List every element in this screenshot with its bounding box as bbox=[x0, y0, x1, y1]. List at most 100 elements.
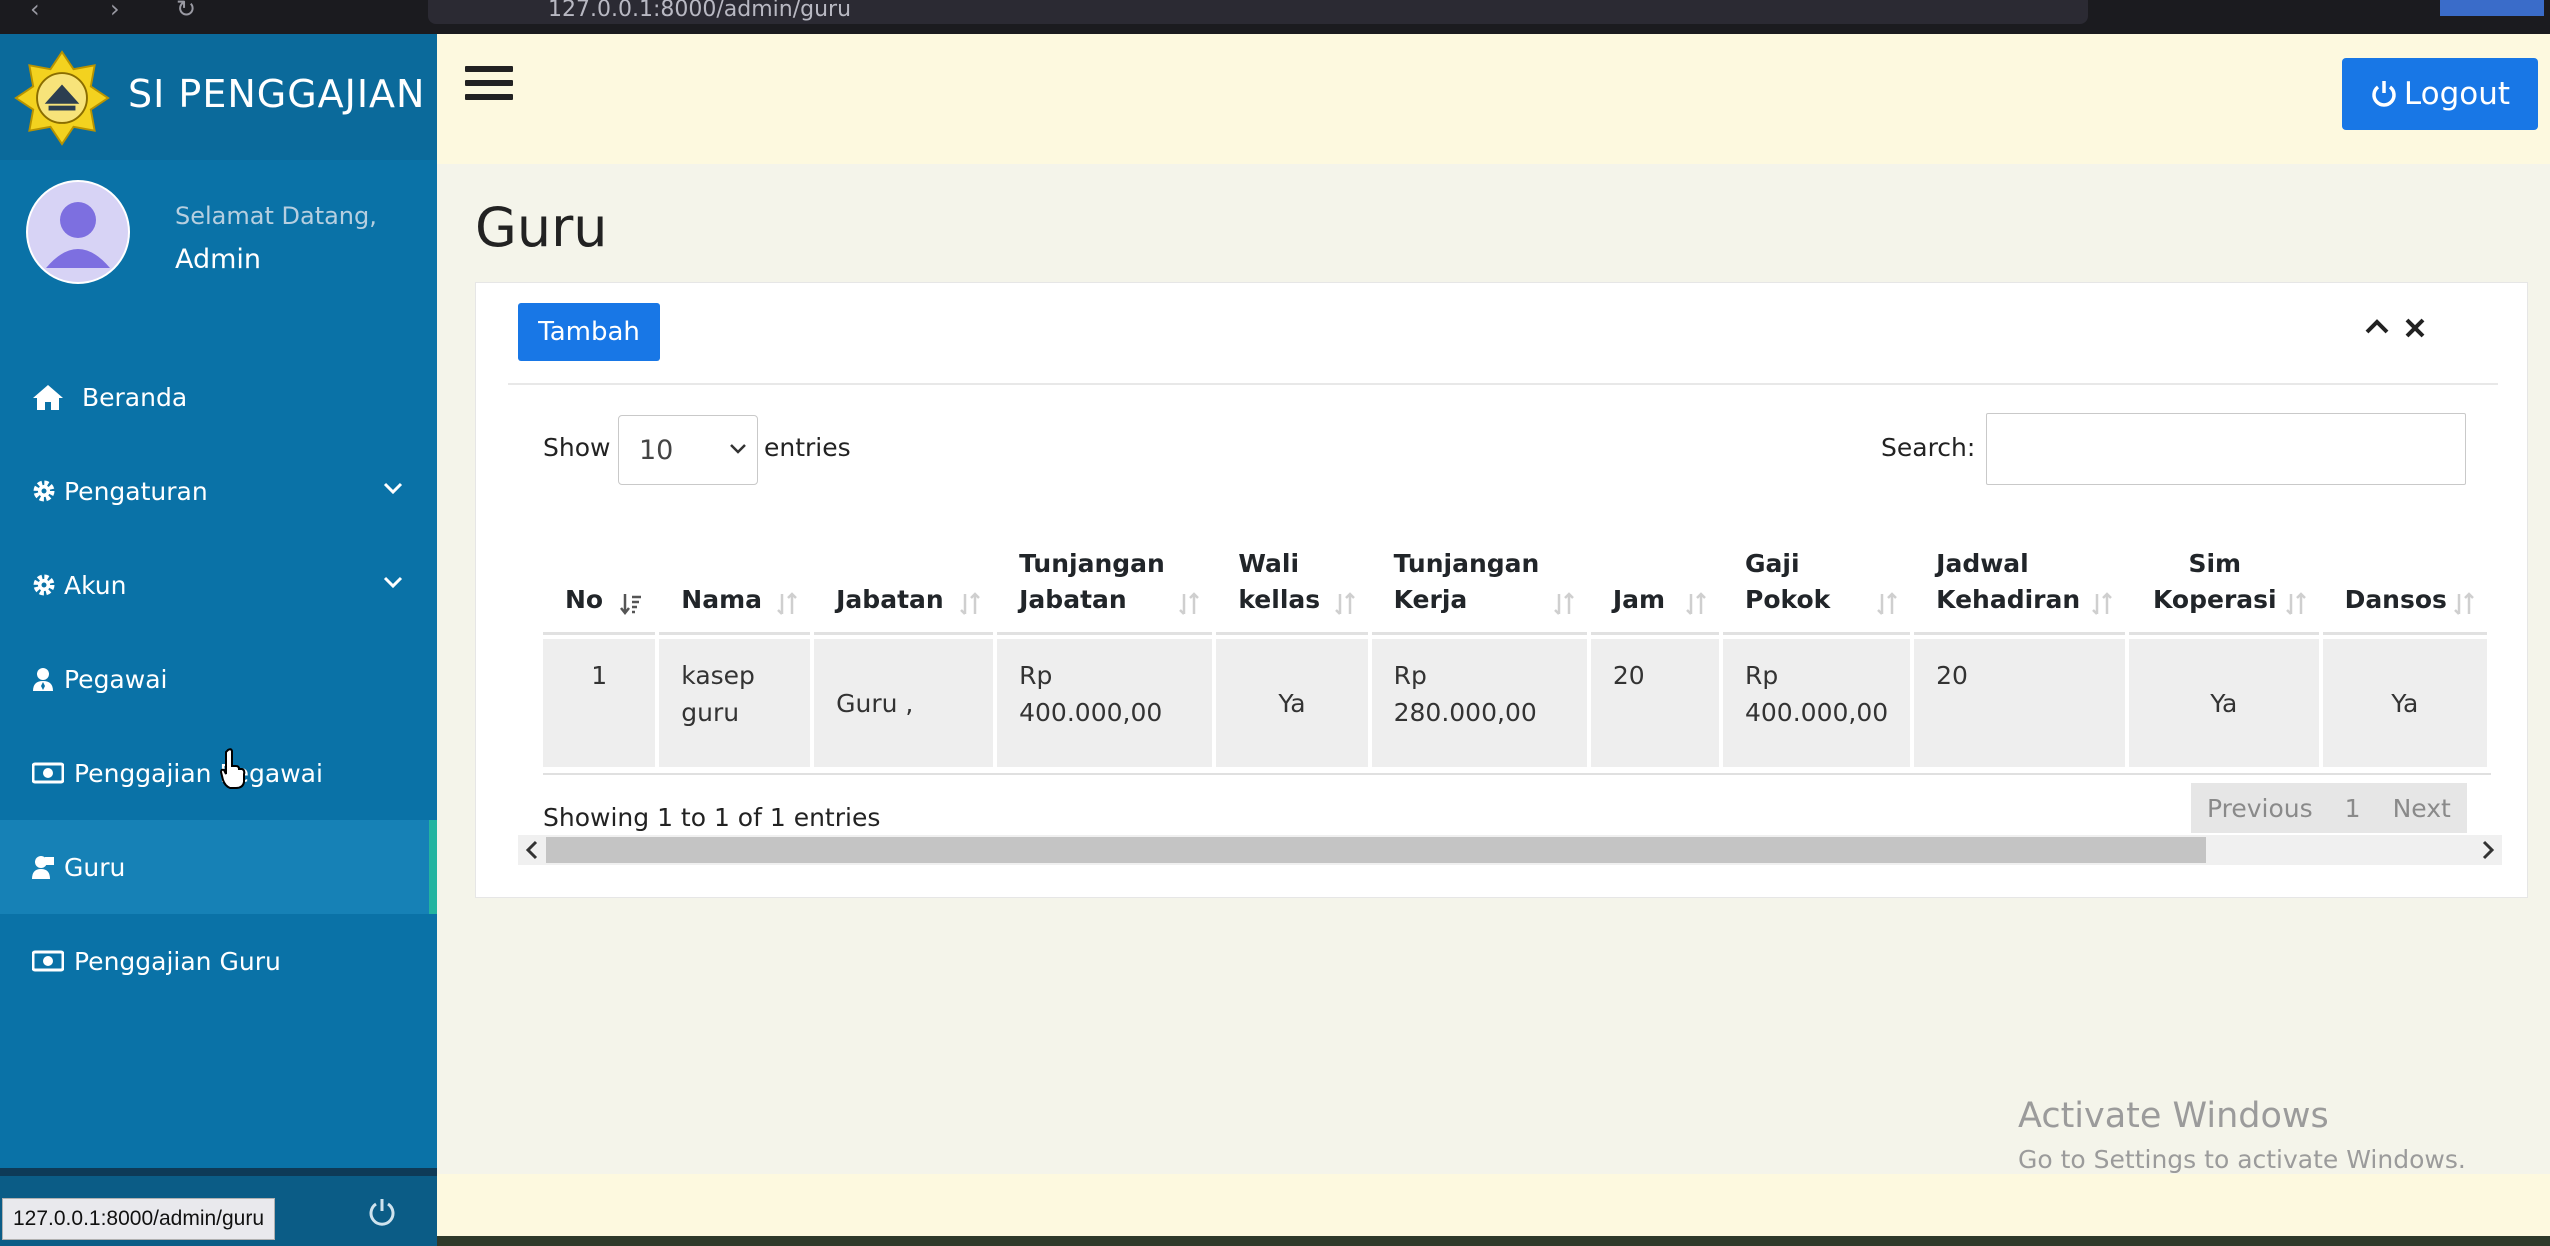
sort-icon bbox=[2092, 592, 2112, 615]
user-avatar-icon bbox=[28, 182, 128, 282]
sidebar-item-beranda[interactable]: Beranda bbox=[0, 350, 437, 444]
cell-amount: 400.000,00 bbox=[1745, 698, 1889, 727]
column-header-wali-kelas[interactable]: Wali kellas bbox=[1216, 515, 1368, 635]
column-header-label-line1: Tunjangan bbox=[1019, 549, 1165, 578]
sort-ascending-icon bbox=[620, 594, 642, 616]
entries-length-value: 10 bbox=[639, 434, 674, 466]
page-button-current[interactable]: 1 bbox=[2329, 794, 2377, 823]
column-header-jam[interactable]: Jam bbox=[1590, 515, 1719, 635]
home-icon bbox=[32, 382, 66, 412]
power-icon bbox=[2372, 81, 2396, 107]
sort-icon bbox=[1877, 592, 1898, 615]
cell-nama-line2: guru bbox=[681, 698, 740, 727]
column-header-label-line1: Jadwal bbox=[1936, 549, 2029, 578]
sidebar-item-penggajian-pegawai[interactable]: Penggajian Pegawai bbox=[0, 726, 437, 820]
entries-label: entries bbox=[764, 433, 851, 462]
sidebar-item-guru[interactable]: Guru bbox=[0, 820, 437, 914]
avatar bbox=[26, 180, 130, 284]
column-header-jadwal-kehadiran[interactable]: Jadwal Kehadiran bbox=[1914, 515, 2126, 635]
cell-jabatan: Guru , bbox=[814, 639, 994, 767]
sidebar-item-penggajian-guru[interactable]: Penggajian Guru bbox=[0, 914, 437, 1008]
table-header-row: No Nama Jabatan Tunjangan Jabatan Wali k… bbox=[543, 515, 2487, 635]
column-header-label-line1: Sim bbox=[2188, 549, 2242, 578]
cell-tunjangan-jabatan: Rp 400.000,00 bbox=[997, 639, 1213, 767]
chevron-down-icon bbox=[383, 576, 403, 589]
pagination: Previous 1 Next bbox=[2191, 783, 2467, 833]
sidebar: SI PENGGAJIAN Selamat Datang, Admin Bera… bbox=[0, 34, 437, 1246]
scroll-left-icon[interactable] bbox=[524, 839, 540, 861]
cell-sim-koperasi: Ya bbox=[2129, 639, 2319, 767]
cell-jadwal-kehadiran: 20 bbox=[1914, 639, 2126, 767]
sidebar-item-pengaturan[interactable]: Pengaturan bbox=[0, 444, 437, 538]
column-header-tunjangan-jabatan[interactable]: Tunjangan Jabatan bbox=[997, 515, 1213, 635]
cell-currency: Rp bbox=[1393, 661, 1427, 690]
welcome-text: Selamat Datang, bbox=[175, 202, 377, 230]
column-header-nama[interactable]: Nama bbox=[659, 515, 811, 635]
hand-cursor-icon bbox=[220, 748, 246, 789]
column-header-label-line2: Pokok bbox=[1745, 585, 1831, 614]
sort-icon bbox=[1334, 592, 1355, 615]
browser-account-button[interactable] bbox=[2440, 0, 2544, 16]
column-header-label-line1: Wali bbox=[1238, 549, 1300, 578]
collapse-icon[interactable] bbox=[2364, 317, 2390, 337]
sidebar-item-pegawai[interactable]: Pegawai bbox=[0, 632, 437, 726]
column-header-sim-koperasi[interactable]: Sim Koperasi bbox=[2129, 515, 2319, 635]
windows-activation-title: Activate Windows bbox=[2018, 1096, 2329, 1136]
column-header-no[interactable]: No bbox=[543, 515, 656, 635]
column-header-label: No bbox=[565, 585, 604, 614]
column-header-tunjangan-kerja[interactable]: Tunjangan Kerja bbox=[1371, 515, 1587, 635]
content-card: Tambah Show 10 entries Search: No Nama J… bbox=[475, 282, 2528, 898]
sidebar-item-label: Penggajian Pegawai bbox=[74, 758, 323, 788]
sort-icon bbox=[1686, 592, 1706, 615]
search-label: Search: bbox=[1881, 433, 1976, 462]
column-header-label-line2: Jabatan bbox=[1019, 585, 1127, 614]
scrollbar-thumb[interactable] bbox=[546, 837, 2206, 863]
reload-icon[interactable]: ↻ bbox=[176, 0, 196, 21]
search-input[interactable] bbox=[1986, 413, 2466, 485]
page-title: Guru bbox=[475, 196, 608, 259]
column-header-gaji-pokok[interactable]: Gaji Pokok bbox=[1723, 515, 1911, 635]
column-header-dansos[interactable]: Dansos bbox=[2322, 515, 2487, 635]
table-info: Showing 1 to 1 of 1 entries bbox=[543, 803, 881, 832]
topbar: Logout bbox=[437, 34, 2550, 164]
user-tie-icon bbox=[32, 664, 60, 694]
cell-gaji-pokok: Rp 400.000,00 bbox=[1723, 639, 1911, 767]
table-bottom-border bbox=[543, 773, 2491, 775]
table-row: 1 kasep guru Guru , Rp 400.000,00 Ya Rp … bbox=[543, 639, 2487, 767]
forward-icon[interactable]: › bbox=[110, 0, 120, 21]
sidebar-item-akun[interactable]: Akun bbox=[0, 538, 437, 632]
logout-button[interactable]: Logout bbox=[2342, 58, 2538, 130]
gear-icon bbox=[32, 476, 60, 506]
add-button[interactable]: Tambah bbox=[518, 303, 660, 361]
user-panel: Selamat Datang, Admin bbox=[0, 160, 437, 344]
address-bar[interactable]: 127.0.0.1:8000/admin/guru bbox=[428, 0, 2088, 24]
menu-toggle-icon[interactable] bbox=[465, 66, 513, 106]
column-header-label-line2: Kerja bbox=[1393, 585, 1468, 614]
card-divider bbox=[508, 383, 2498, 385]
horizontal-scrollbar[interactable] bbox=[518, 835, 2502, 865]
scroll-right-icon[interactable] bbox=[2480, 839, 2496, 861]
previous-page-button[interactable]: Previous bbox=[2191, 794, 2329, 823]
column-header-label: Jam bbox=[1612, 585, 1666, 614]
chevron-down-icon bbox=[383, 482, 403, 495]
sort-icon bbox=[2454, 592, 2474, 615]
column-header-jabatan[interactable]: Jabatan bbox=[814, 515, 994, 635]
cell-jam: 20 bbox=[1590, 639, 1719, 767]
column-header-label-line2: Kehadiran bbox=[1936, 585, 2081, 614]
gear-icon bbox=[32, 570, 60, 600]
back-icon[interactable]: ‹ bbox=[30, 0, 40, 21]
entries-length-select[interactable]: 10 bbox=[618, 415, 758, 485]
sidebar-item-label: Guru bbox=[64, 852, 126, 882]
money-icon bbox=[32, 946, 70, 976]
next-page-button[interactable]: Next bbox=[2377, 794, 2467, 823]
sidebar-item-label: Akun bbox=[64, 570, 127, 600]
teacher-icon bbox=[32, 852, 60, 882]
column-header-label: Dansos bbox=[2344, 585, 2447, 614]
power-icon[interactable] bbox=[366, 1196, 398, 1228]
close-icon[interactable] bbox=[2404, 317, 2426, 339]
sidebar-menu: Beranda Pengaturan Akun Pegawai Penggaji… bbox=[0, 350, 437, 1008]
brand[interactable]: SI PENGGAJIAN bbox=[0, 34, 437, 160]
cell-no: 1 bbox=[543, 639, 656, 767]
show-label: Show bbox=[543, 433, 611, 462]
cell-currency: Rp bbox=[1745, 661, 1779, 690]
